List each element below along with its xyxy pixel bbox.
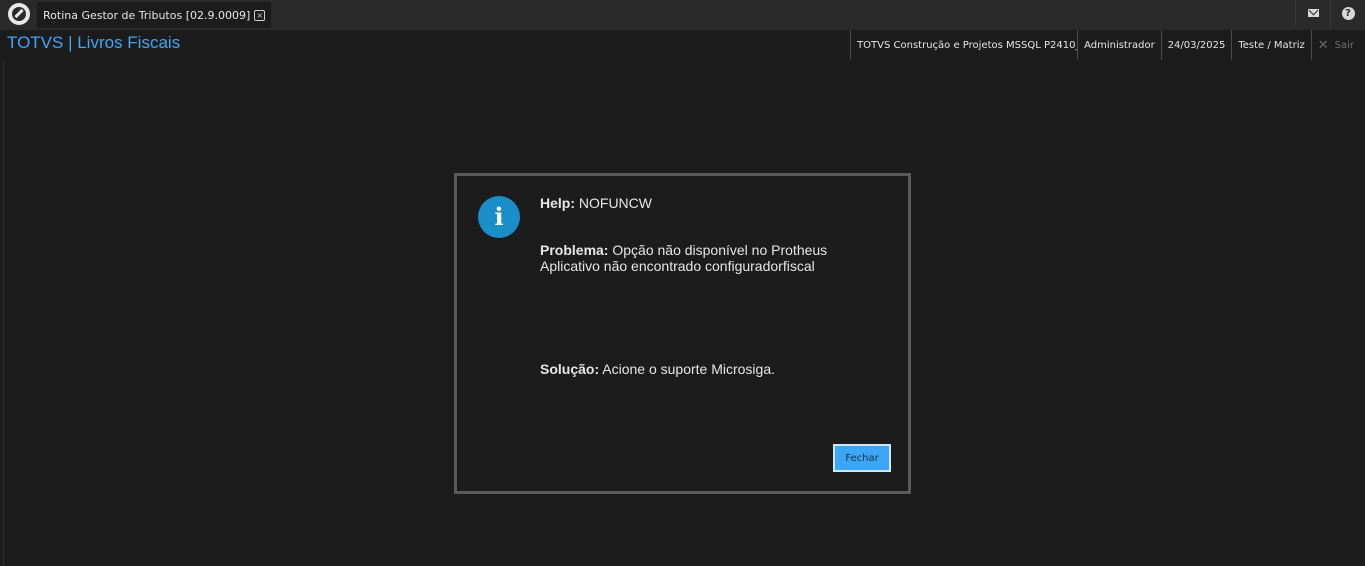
help-dialog: i Help: NOFUNCW Problema: Opção não disp… [454, 173, 911, 494]
mail-icon [1307, 9, 1319, 17]
problem-text: Opção não disponível no Protheus [612, 242, 828, 258]
help-icon: ? [1341, 6, 1355, 20]
solution-label: Solução: [540, 361, 600, 377]
user-label[interactable]: Administrador [1077, 30, 1161, 60]
solution-block: Solução: Acione o suporte Microsiga. [540, 361, 775, 377]
solution-text: Acione o suporte Microsiga. [602, 361, 776, 377]
top-icons: ? [1295, 0, 1365, 30]
tab-rotina-gestor-tributos[interactable]: Rotina Gestor de Tributos [02.9.0009] × [37, 2, 272, 28]
close-icon: ✕ [1317, 37, 1329, 53]
branch-label[interactable]: Teste / Matriz [1231, 30, 1310, 60]
tab-label: Rotina Gestor de Tributos [02.9.0009] [43, 8, 251, 22]
top-bar: Rotina Gestor de Tributos [02.9.0009] × … [0, 0, 1365, 30]
info-bar: TOTVS Construção e Projetos MSSQL P2410_… [850, 30, 1360, 60]
problem-label: Problema: [540, 242, 609, 258]
app-header: TOTVS | Livros Fiscais TOTVS Construção … [0, 30, 1365, 60]
exit-button[interactable]: ✕ Sair [1310, 30, 1360, 60]
close-button[interactable]: Fechar [833, 444, 891, 472]
help-button[interactable]: ? [1330, 0, 1365, 26]
help-line: Help: NOFUNCW [540, 195, 652, 211]
help-label: Help: [540, 195, 575, 211]
app-title: TOTVS | Livros Fiscais [7, 33, 181, 52]
divider [3, 60, 4, 566]
date-label[interactable]: 24/03/2025 [1160, 30, 1232, 60]
close-icon[interactable]: × [254, 9, 266, 21]
environment-label[interactable]: TOTVS Construção e Projetos MSSQL P2410_… [850, 30, 1077, 60]
totvs-logo-icon[interactable] [8, 3, 30, 25]
mail-button[interactable] [1295, 0, 1330, 26]
problem-detail: Aplicativo não encontrado configuradorfi… [540, 258, 815, 274]
info-icon: i [478, 196, 520, 238]
problem-block: Problema: Opção não disponível no Prothe… [540, 242, 827, 274]
help-code: NOFUNCW [578, 195, 652, 211]
exit-label: Sair [1334, 39, 1354, 51]
